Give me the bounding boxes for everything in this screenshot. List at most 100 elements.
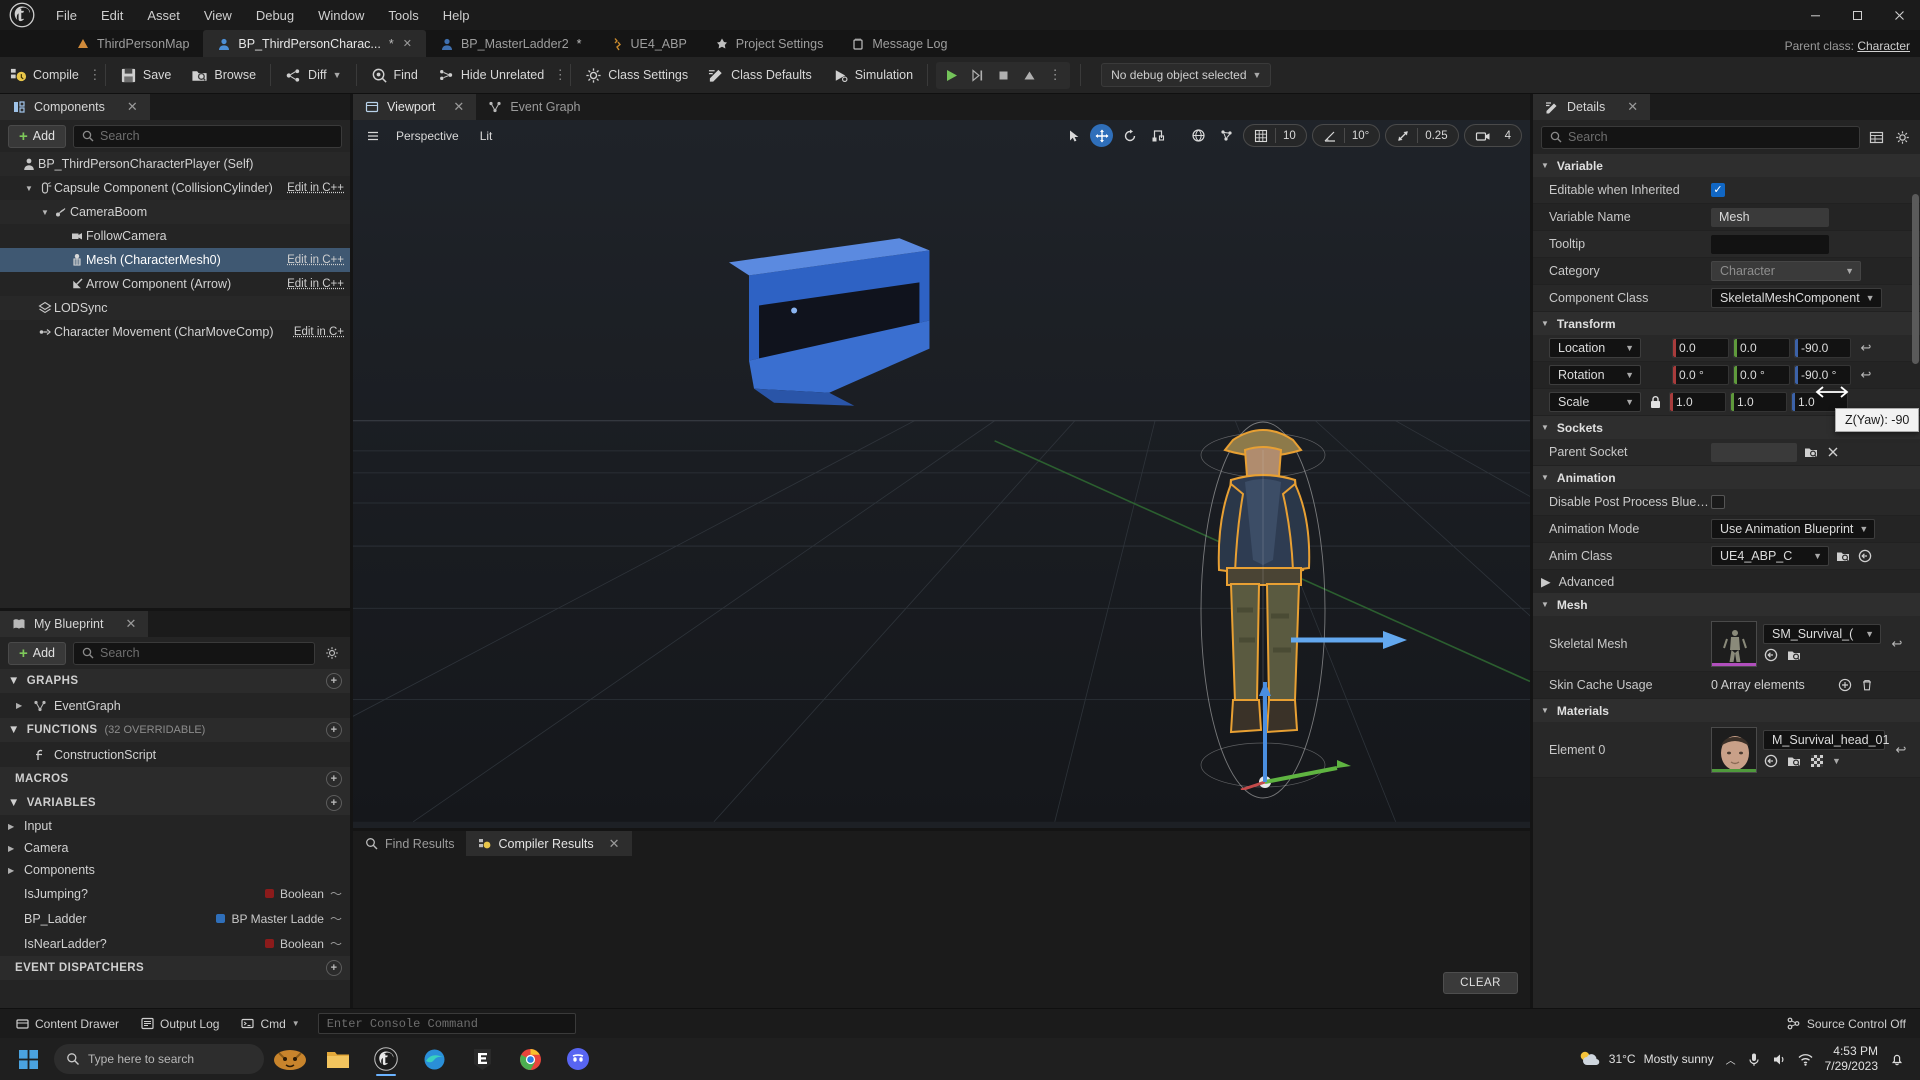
details-search-input[interactable] — [1568, 130, 1851, 144]
close-button[interactable] — [1878, 0, 1920, 30]
browse-asset-icon[interactable] — [1835, 548, 1851, 564]
parent-socket-field[interactable] — [1711, 442, 1797, 462]
menu-tools[interactable]: Tools — [376, 4, 430, 27]
compile-options-icon[interactable]: ⋮ — [88, 57, 101, 94]
add-section-item-icon[interactable]: + — [326, 673, 342, 689]
angle-snap-control[interactable]: 10° — [1311, 124, 1381, 147]
clear-results-button[interactable]: CLEAR — [1443, 972, 1518, 994]
my-blueprint-section-header[interactable]: ▼ FUNCTIONS (32 OVERRIDABLE) + — [0, 718, 350, 742]
property-dropdown[interactable]: Use Animation Blueprint ▼ — [1711, 519, 1876, 539]
tab-viewport[interactable]: Viewport ✕ — [353, 94, 477, 120]
taskbar-search[interactable]: Type here to search — [54, 1044, 264, 1074]
view-mode-button[interactable]: Lit — [471, 125, 502, 147]
tab-bp-thirdpersoncharacter[interactable]: BP_ThirdPersonCharac... * ✕ — [203, 30, 426, 57]
asset-dropdown[interactable]: SM_Survival_(▼ — [1763, 624, 1881, 644]
menu-edit[interactable]: Edit — [89, 4, 135, 27]
edge-icon[interactable] — [412, 1040, 456, 1078]
components-search-box[interactable] — [73, 124, 342, 148]
location-y-input[interactable]: 0.0 — [1733, 338, 1790, 358]
edit-in-cpp-link[interactable]: Edit in C++ — [287, 182, 344, 194]
component-tree-row[interactable]: ▼ CameraBoom — [0, 200, 350, 224]
find-button[interactable]: Find — [361, 57, 428, 94]
debug-object-selector[interactable]: No debug object selected ▼ — [1101, 63, 1272, 87]
translate-gizmo-y-arrow[interactable] — [1291, 625, 1411, 655]
details-panel-tab[interactable]: Details ✕ — [1533, 94, 1651, 120]
step-icon[interactable] — [964, 62, 990, 89]
tab-thirdpersonmap[interactable]: ThirdPersonMap — [62, 30, 203, 57]
transform-mode-dropdown[interactable]: Scale ▼ — [1549, 392, 1641, 412]
menu-debug[interactable]: Debug — [244, 4, 306, 27]
revert-property-icon[interactable]: ↩ — [1887, 634, 1907, 654]
start-button[interactable] — [6, 1040, 50, 1078]
scale-snap-control[interactable]: 0.25 — [1385, 124, 1459, 147]
expand-arrow-icon[interactable]: ▼ — [22, 184, 36, 193]
add-array-element-icon[interactable] — [1837, 677, 1853, 693]
component-tree-row[interactable]: Character Movement (CharMoveComp) Edit in… — [0, 320, 350, 344]
play-more-options-icon[interactable]: ⋮ — [1042, 62, 1068, 89]
details-settings-icon[interactable] — [1892, 126, 1912, 149]
notification-icon[interactable] — [1890, 1052, 1904, 1066]
details-search-box[interactable] — [1541, 125, 1860, 149]
expand-arrow-icon[interactable]: ▶ — [8, 866, 18, 875]
component-tree-row[interactable]: Mesh (CharacterMesh0) Edit in C++ — [0, 248, 350, 272]
close-icon[interactable]: ✕ — [125, 616, 136, 632]
expand-arrow-icon[interactable]: ▼ — [1541, 706, 1549, 715]
material-dropdown[interactable]: M_Survival_head_01 — [1763, 730, 1889, 750]
property-dropdown[interactable]: Character ▼ — [1711, 261, 1861, 281]
location-x-input[interactable]: 0.0 — [1672, 338, 1729, 358]
menu-asset[interactable]: Asset — [135, 4, 192, 27]
details-section-animation[interactable]: ▼ Animation — [1533, 466, 1920, 489]
blueprint-variable-row[interactable]: BP_Ladder BP Master Ladde 〜 — [0, 906, 350, 931]
my-blueprint-list[interactable]: ▼ GRAPHS + ▶ EventGraph ▼ FUNCTIONS (32 OVERRID… — [0, 669, 350, 1008]
translate-gizmo[interactable] — [1233, 590, 1413, 790]
surface-snap-icon[interactable] — [1215, 124, 1238, 147]
close-icon[interactable]: ✕ — [453, 99, 464, 115]
variable-category[interactable]: ▶ Camera — [0, 837, 350, 859]
details-scrollbar[interactable] — [1912, 194, 1919, 364]
expand-arrow-icon[interactable]: ▶ — [8, 822, 18, 831]
my-blueprint-tab[interactable]: My Blueprint ✕ — [0, 611, 149, 637]
file-explorer-icon[interactable] — [316, 1040, 360, 1078]
minimize-button[interactable] — [1794, 0, 1836, 30]
my-blueprint-section-header[interactable]: ▼ VARIABLES + — [0, 791, 350, 815]
class-defaults-button[interactable]: Class Defaults — [698, 57, 822, 94]
expand-arrow-icon[interactable]: ▼ — [1541, 473, 1549, 482]
scale-x-input[interactable]: 1.0 — [1669, 392, 1726, 412]
browse-button[interactable]: Browse — [181, 57, 266, 94]
expand-arrow-icon[interactable]: ▼ — [1541, 319, 1549, 328]
details-section-advanced[interactable]: ▶ Advanced — [1533, 570, 1920, 593]
tab-bp-masterladder2[interactable]: BP_MasterLadder2 * — [426, 30, 596, 57]
source-control-status[interactable]: Source Control Off — [1787, 1017, 1914, 1031]
expand-arrow-icon[interactable]: ▼ — [38, 208, 52, 217]
variable-category[interactable]: ▶ Components — [0, 859, 350, 881]
class-settings-button[interactable]: Class Settings — [575, 57, 698, 94]
lock-scale-icon[interactable] — [1646, 393, 1664, 411]
use-selected-asset-icon[interactable] — [1763, 647, 1779, 663]
component-tree-row[interactable]: Arrow Component (Arrow) Edit in C++ — [0, 272, 350, 296]
rotate-icon[interactable] — [1118, 124, 1141, 147]
my-blueprint-item[interactable]: ▶ EventGraph — [0, 693, 350, 718]
property-text-field[interactable] — [1711, 234, 1829, 254]
select-icon[interactable] — [1062, 124, 1085, 147]
details-section-transform[interactable]: ▼ Transform — [1533, 312, 1920, 335]
my-blueprint-item[interactable]: ConstructionScript — [0, 742, 350, 767]
add-section-item-icon[interactable]: + — [326, 795, 342, 811]
details-property-list[interactable]: ▼ Variable Editable when Inherited Variable… — [1533, 154, 1920, 1008]
expand-arrow-icon[interactable]: ▶ — [16, 701, 26, 710]
add-section-item-icon[interactable]: + — [326, 771, 342, 787]
details-section-mesh[interactable]: ▼ Mesh — [1533, 593, 1920, 616]
menu-window[interactable]: Window — [306, 4, 376, 27]
maximize-button[interactable] — [1836, 0, 1878, 30]
3d-viewport[interactable]: Perspective Lit 10 10° 0.25 4 — [353, 120, 1530, 828]
add-section-item-icon[interactable]: + — [326, 960, 342, 976]
camera-speed-control[interactable]: 4 — [1463, 124, 1522, 147]
revert-property-icon[interactable]: ↩ — [1891, 740, 1911, 760]
viewport-menu-icon[interactable] — [361, 124, 384, 147]
save-button[interactable]: Save — [110, 57, 182, 94]
transform-mode-dropdown[interactable]: Rotation ▼ — [1549, 365, 1641, 385]
visibility-toggle-icon[interactable]: 〜 — [330, 910, 342, 927]
expand-arrow-icon[interactable]: ▼ — [8, 724, 20, 736]
diff-button[interactable]: Diff ▼ — [275, 57, 351, 94]
close-icon[interactable]: ✕ — [609, 836, 620, 852]
components-search-input[interactable] — [100, 129, 333, 143]
